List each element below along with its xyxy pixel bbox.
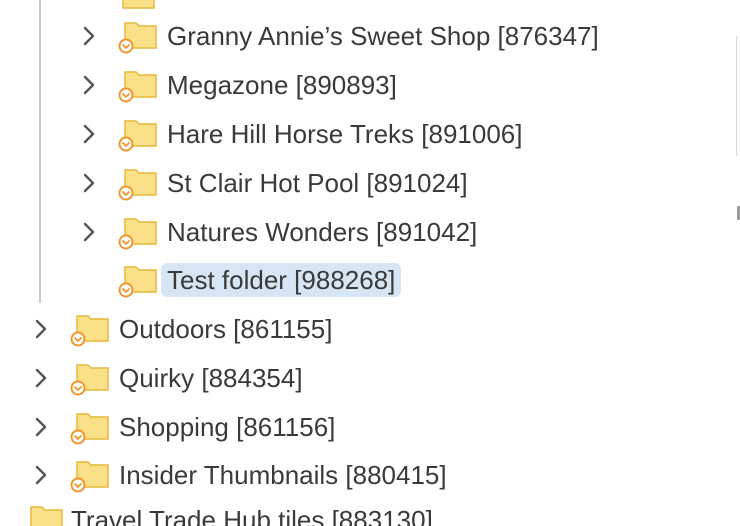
tree-row-selected[interactable]: Test folder [988268] xyxy=(0,260,740,300)
tree-row[interactable]: St Clair Hot Pool [891024] xyxy=(0,163,740,203)
tree-row[interactable]: Megazone [890893] xyxy=(0,65,740,105)
shared-folder-icon xyxy=(68,409,112,449)
folder-label[interactable]: Hare Hill Horse Treks [891006] xyxy=(161,117,528,151)
folder-label[interactable]: St Clair Hot Pool [891024] xyxy=(161,166,474,200)
tree-row[interactable]: Shopping [861156] xyxy=(0,407,740,447)
chevron-right-icon[interactable] xyxy=(82,123,96,145)
shared-folder-icon xyxy=(116,116,160,156)
folder-tree: Granny Annie’s Sweet Shop [876347] Megaz… xyxy=(0,0,740,526)
folder-icon xyxy=(22,502,66,526)
shared-folder-icon xyxy=(116,0,160,15)
chevron-right-icon[interactable] xyxy=(34,318,48,340)
chevron-right-icon[interactable] xyxy=(82,74,96,96)
folder-label[interactable]: Natures Wonders [891042] xyxy=(161,215,483,249)
folder-label[interactable]: Outdoors [861155] xyxy=(113,312,338,346)
folder-label[interactable]: Insider Thumbnails [880415] xyxy=(113,458,453,492)
chevron-right-icon[interactable] xyxy=(82,172,96,194)
tree-row[interactable]: Hare Hill Horse Treks [891006] xyxy=(0,114,740,154)
tree-row[interactable]: Granny Annie’s Sweet Shop [876347] xyxy=(0,16,740,56)
folder-label[interactable]: Shopping [861156] xyxy=(113,410,341,444)
shared-folder-icon xyxy=(68,360,112,400)
folder-label[interactable]: Quirky [884354] xyxy=(113,361,309,395)
shared-folder-icon xyxy=(116,214,160,254)
chevron-right-icon[interactable] xyxy=(34,464,48,486)
shared-folder-icon xyxy=(116,165,160,205)
tree-row[interactable]: Quirky [884354] xyxy=(0,358,740,398)
folder-label[interactable]: Megazone [890893] xyxy=(161,68,403,102)
tree-row[interactable]: Natures Wonders [891042] xyxy=(0,212,740,252)
shared-folder-icon xyxy=(116,18,160,58)
shared-folder-icon xyxy=(116,67,160,107)
tree-row[interactable]: Insider Thumbnails [880415] xyxy=(0,455,740,495)
chevron-right-icon[interactable] xyxy=(82,221,96,243)
folder-label[interactable]: Travel Trade Hub tiles [883130] xyxy=(65,503,439,526)
chevron-right-icon[interactable] xyxy=(34,367,48,389)
shared-folder-icon xyxy=(68,311,112,351)
chevron-right-icon[interactable] xyxy=(34,416,48,438)
tree-row[interactable]: Outdoors [861155] xyxy=(0,309,740,349)
shared-folder-icon xyxy=(68,457,112,497)
folder-label[interactable]: Granny Annie’s Sweet Shop [876347] xyxy=(161,19,605,53)
tree-row[interactable]: Travel Trade Hub tiles [883130] xyxy=(0,500,740,526)
chevron-right-icon[interactable] xyxy=(82,25,96,47)
shared-folder-icon xyxy=(116,262,160,302)
folder-label[interactable]: Test folder [988268] xyxy=(161,263,402,297)
tree-row-partial xyxy=(0,0,740,13)
